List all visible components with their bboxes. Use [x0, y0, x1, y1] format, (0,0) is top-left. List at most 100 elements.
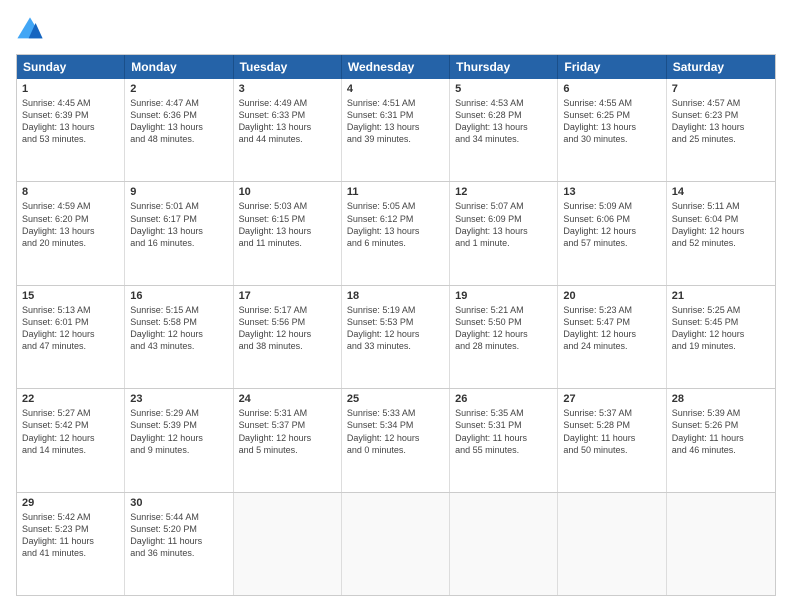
header-day-wednesday: Wednesday — [342, 55, 450, 79]
day-number: 12 — [455, 186, 552, 198]
cal-cell: 12Sunrise: 5:07 AM Sunset: 6:09 PM Dayli… — [450, 182, 558, 284]
logo — [16, 16, 46, 44]
day-number: 16 — [130, 290, 227, 302]
header-day-monday: Monday — [125, 55, 233, 79]
cal-cell: 21 Sunrise: 5:25 AM Sunset: 5:45 PM Dayli… — [667, 286, 775, 388]
day-info: Sunrise: 5:05 AM Sunset: 6:12 PM Dayligh… — [347, 200, 444, 249]
cal-cell: 13 Sunrise: 5:09 AM Sunset: 6:06 PM Dayli… — [558, 182, 666, 284]
cal-cell: 6Sunrise: 4:55 AM Sunset: 6:25 PM Daylig… — [558, 79, 666, 181]
cal-cell: 22 Sunrise: 5:27 AM Sunset: 5:42 PM Dayli… — [17, 389, 125, 491]
cal-cell — [234, 493, 342, 595]
cal-cell: 8Sunrise: 4:59 AM Sunset: 6:20 PM Daylig… — [17, 182, 125, 284]
cal-cell: 7 Sunrise: 4:57 AM Sunset: 6:23 PM Daylig… — [667, 79, 775, 181]
day-info: Sunrise: 5:15 AM Sunset: 5:58 PM Dayligh… — [130, 304, 227, 353]
day-number: 3 — [239, 83, 336, 95]
day-info: Sunrise: 5:27 AM Sunset: 5:42 PM Dayligh… — [22, 407, 119, 456]
day-info: Sunrise: 5:29 AM Sunset: 5:39 PM Dayligh… — [130, 407, 227, 456]
cal-cell: 14 Sunrise: 5:11 AM Sunset: 6:04 PM Dayli… — [667, 182, 775, 284]
day-number: 5 — [455, 83, 552, 95]
day-info: Sunrise: 4:57 AM Sunset: 6:23 PM Dayligh… — [672, 97, 770, 146]
day-info: Sunrise: 5:11 AM Sunset: 6:04 PM Dayligh… — [672, 200, 770, 249]
day-number: 17 — [239, 290, 336, 302]
day-number: 6 — [563, 83, 660, 95]
day-info: Sunrise: 5:25 AM Sunset: 5:45 PM Dayligh… — [672, 304, 770, 353]
cal-week-2: 15 Sunrise: 5:13 AM Sunset: 6:01 PM Dayli… — [17, 286, 775, 389]
day-number: 23 — [130, 393, 227, 405]
cal-cell: 29 Sunrise: 5:42 AM Sunset: 5:23 PM Dayli… — [17, 493, 125, 595]
day-number: 19 — [455, 290, 552, 302]
day-number: 27 — [563, 393, 660, 405]
cal-week-1: 8Sunrise: 4:59 AM Sunset: 6:20 PM Daylig… — [17, 182, 775, 285]
day-number: 15 — [22, 290, 119, 302]
cal-cell: 10 Sunrise: 5:03 AM Sunset: 6:15 PM Dayli… — [234, 182, 342, 284]
cal-cell: 28 Sunrise: 5:39 AM Sunset: 5:26 PM Dayli… — [667, 389, 775, 491]
cal-week-0: 1Sunrise: 4:45 AM Sunset: 6:39 PM Daylig… — [17, 79, 775, 182]
day-info: Sunrise: 5:42 AM Sunset: 5:23 PM Dayligh… — [22, 511, 119, 560]
day-number: 21 — [672, 290, 770, 302]
day-info: Sunrise: 5:17 AM Sunset: 5:56 PM Dayligh… — [239, 304, 336, 353]
cal-cell: 11 Sunrise: 5:05 AM Sunset: 6:12 PM Dayli… — [342, 182, 450, 284]
header-day-friday: Friday — [558, 55, 666, 79]
header — [16, 16, 776, 44]
cal-cell: 27 Sunrise: 5:37 AM Sunset: 5:28 PM Dayli… — [558, 389, 666, 491]
day-number: 29 — [22, 497, 119, 509]
cal-cell: 30 Sunrise: 5:44 AM Sunset: 5:20 PM Dayli… — [125, 493, 233, 595]
cal-cell: 9 Sunrise: 5:01 AM Sunset: 6:17 PM Daylig… — [125, 182, 233, 284]
day-number: 25 — [347, 393, 444, 405]
day-info: Sunrise: 5:37 AM Sunset: 5:28 PM Dayligh… — [563, 407, 660, 456]
cal-cell: 25 Sunrise: 5:33 AM Sunset: 5:34 PM Dayli… — [342, 389, 450, 491]
day-number: 7 — [672, 83, 770, 95]
cal-cell: 20 Sunrise: 5:23 AM Sunset: 5:47 PM Dayli… — [558, 286, 666, 388]
cal-week-3: 22 Sunrise: 5:27 AM Sunset: 5:42 PM Dayli… — [17, 389, 775, 492]
cal-cell: 5 Sunrise: 4:53 AM Sunset: 6:28 PM Daylig… — [450, 79, 558, 181]
cal-cell — [450, 493, 558, 595]
day-number: 20 — [563, 290, 660, 302]
cal-cell: 23 Sunrise: 5:29 AM Sunset: 5:39 PM Dayli… — [125, 389, 233, 491]
cal-cell: 19 Sunrise: 5:21 AM Sunset: 5:50 PM Dayli… — [450, 286, 558, 388]
day-info: Sunrise: 4:51 AM Sunset: 6:31 PM Dayligh… — [347, 97, 444, 146]
cal-cell: 16 Sunrise: 5:15 AM Sunset: 5:58 PM Dayli… — [125, 286, 233, 388]
day-number: 10 — [239, 186, 336, 198]
cal-cell — [342, 493, 450, 595]
day-info: Sunrise: 4:59 AM Sunset: 6:20 PM Dayligh… — [22, 200, 119, 249]
day-number: 1 — [22, 83, 119, 95]
day-info: Sunrise: 5:44 AM Sunset: 5:20 PM Dayligh… — [130, 511, 227, 560]
cal-cell: 26 Sunrise: 5:35 AM Sunset: 5:31 PM Dayli… — [450, 389, 558, 491]
calendar-header: SundayMondayTuesdayWednesdayThursdayFrid… — [17, 55, 775, 79]
cal-cell — [667, 493, 775, 595]
calendar: SundayMondayTuesdayWednesdayThursdayFrid… — [16, 54, 776, 596]
header-day-saturday: Saturday — [667, 55, 775, 79]
day-info: Sunrise: 5:03 AM Sunset: 6:15 PM Dayligh… — [239, 200, 336, 249]
day-number: 13 — [563, 186, 660, 198]
cal-cell: 4 Sunrise: 4:51 AM Sunset: 6:31 PM Daylig… — [342, 79, 450, 181]
day-info: Sunrise: 5:39 AM Sunset: 5:26 PM Dayligh… — [672, 407, 770, 456]
day-number: 30 — [130, 497, 227, 509]
day-info: Sunrise: 5:35 AM Sunset: 5:31 PM Dayligh… — [455, 407, 552, 456]
day-number: 18 — [347, 290, 444, 302]
day-info: Sunrise: 5:19 AM Sunset: 5:53 PM Dayligh… — [347, 304, 444, 353]
day-number: 22 — [22, 393, 119, 405]
day-number: 14 — [672, 186, 770, 198]
day-number: 26 — [455, 393, 552, 405]
day-number: 4 — [347, 83, 444, 95]
cal-week-4: 29 Sunrise: 5:42 AM Sunset: 5:23 PM Dayli… — [17, 493, 775, 595]
day-number: 11 — [347, 186, 444, 198]
logo-icon — [16, 16, 44, 44]
day-info: Sunrise: 5:31 AM Sunset: 5:37 PM Dayligh… — [239, 407, 336, 456]
cal-cell: 24Sunrise: 5:31 AM Sunset: 5:37 PM Dayli… — [234, 389, 342, 491]
cal-cell: 15 Sunrise: 5:13 AM Sunset: 6:01 PM Dayli… — [17, 286, 125, 388]
day-info: Sunrise: 5:13 AM Sunset: 6:01 PM Dayligh… — [22, 304, 119, 353]
cal-cell: 2Sunrise: 4:47 AM Sunset: 6:36 PM Daylig… — [125, 79, 233, 181]
day-number: 28 — [672, 393, 770, 405]
page: SundayMondayTuesdayWednesdayThursdayFrid… — [0, 0, 792, 612]
cal-cell: 1Sunrise: 4:45 AM Sunset: 6:39 PM Daylig… — [17, 79, 125, 181]
day-info: Sunrise: 5:23 AM Sunset: 5:47 PM Dayligh… — [563, 304, 660, 353]
day-info: Sunrise: 5:09 AM Sunset: 6:06 PM Dayligh… — [563, 200, 660, 249]
day-info: Sunrise: 5:21 AM Sunset: 5:50 PM Dayligh… — [455, 304, 552, 353]
header-day-tuesday: Tuesday — [234, 55, 342, 79]
day-info: Sunrise: 5:01 AM Sunset: 6:17 PM Dayligh… — [130, 200, 227, 249]
day-info: Sunrise: 4:53 AM Sunset: 6:28 PM Dayligh… — [455, 97, 552, 146]
day-number: 9 — [130, 186, 227, 198]
calendar-body: 1Sunrise: 4:45 AM Sunset: 6:39 PM Daylig… — [17, 79, 775, 595]
day-info: Sunrise: 5:33 AM Sunset: 5:34 PM Dayligh… — [347, 407, 444, 456]
